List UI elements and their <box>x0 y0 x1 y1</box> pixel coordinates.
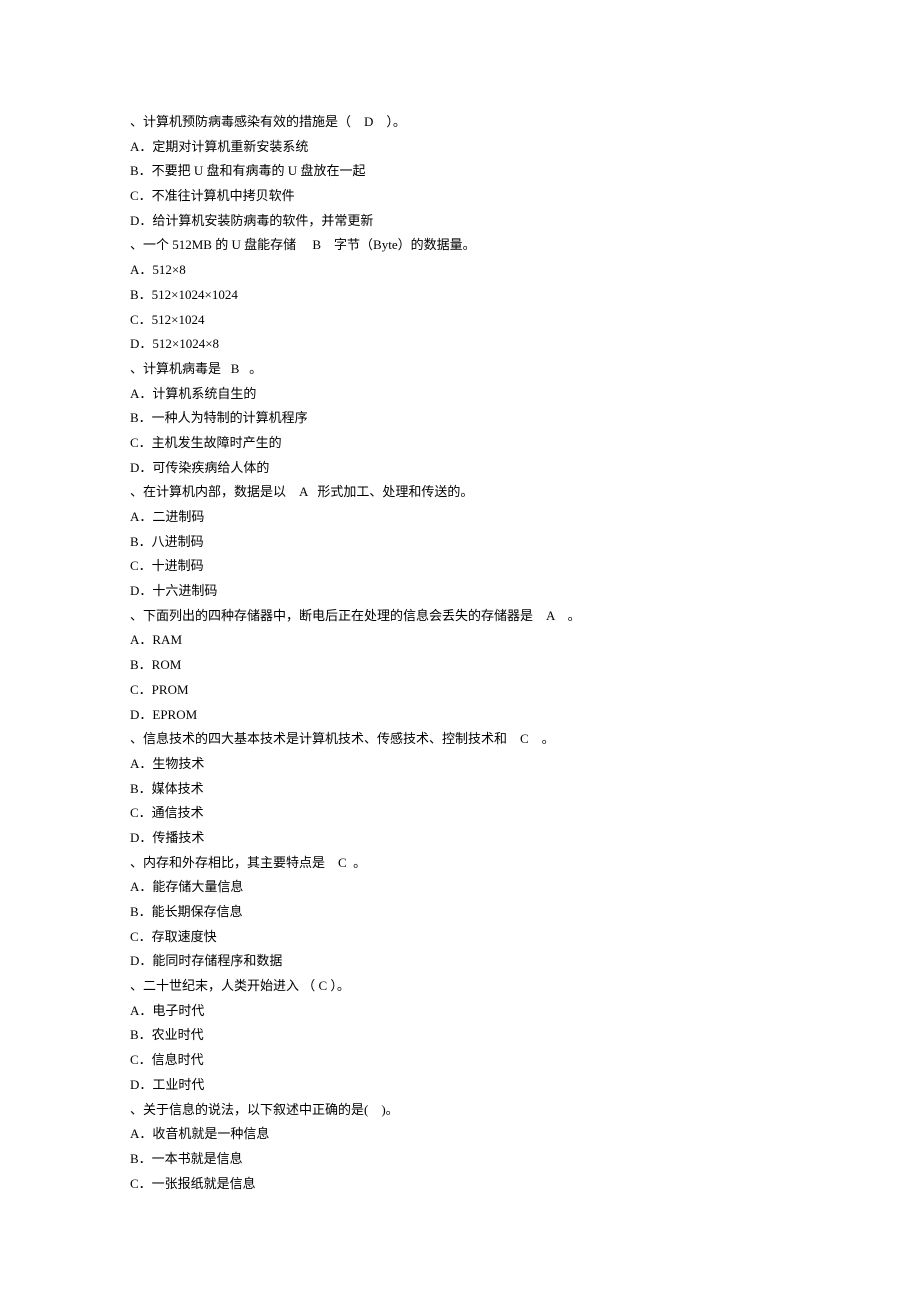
question-option: A．生物技术 <box>130 752 790 777</box>
question-option: A．计算机系统自生的 <box>130 382 790 407</box>
question-stem: 、关于信息的说法，以下叙述中正确的是( )。 <box>130 1098 790 1123</box>
question-stem: 、一个 512MB 的 U 盘能存储 B 字节（Byte）的数据量。 <box>130 233 790 258</box>
question-option: D．传播技术 <box>130 826 790 851</box>
question-option: B．一本书就是信息 <box>130 1147 790 1172</box>
question-stem: 、下面列出的四种存储器中，断电后正在处理的信息会丢失的存储器是 A 。 <box>130 604 790 629</box>
question-option: A．能存储大量信息 <box>130 875 790 900</box>
question-option: B．不要把 U 盘和有病毒的 U 盘放在一起 <box>130 159 790 184</box>
question-option: C．十进制码 <box>130 554 790 579</box>
question-option: C．主机发生故障时产生的 <box>130 431 790 456</box>
question-stem: 、信息技术的四大基本技术是计算机技术、传感技术、控制技术和 C 。 <box>130 727 790 752</box>
question-option: D．可传染疾病给人体的 <box>130 456 790 481</box>
question-option: C．通信技术 <box>130 801 790 826</box>
document-page: 、计算机预防病毒感染有效的措施是（ D ）。 A．定期对计算机重新安装系统 B．… <box>0 0 920 1302</box>
question-option: C．信息时代 <box>130 1048 790 1073</box>
question-option: B．能长期保存信息 <box>130 900 790 925</box>
question-option: A．二进制码 <box>130 505 790 530</box>
question-option: B．农业时代 <box>130 1023 790 1048</box>
question-option: C．一张报纸就是信息 <box>130 1172 790 1197</box>
question-option: B．八进制码 <box>130 530 790 555</box>
question-option: D．EPROM <box>130 703 790 728</box>
question-option: A．定期对计算机重新安装系统 <box>130 135 790 160</box>
question-option: C．512×1024 <box>130 308 790 333</box>
question-option: A．RAM <box>130 628 790 653</box>
question-stem: 、二十世纪末，人类开始进入 （ C ）。 <box>130 974 790 999</box>
question-option: B．一种人为特制的计算机程序 <box>130 406 790 431</box>
question-option: A．收音机就是一种信息 <box>130 1122 790 1147</box>
question-option: D．512×1024×8 <box>130 332 790 357</box>
question-stem: 、计算机病毒是 B 。 <box>130 357 790 382</box>
question-stem: 、内存和外存相比，其主要特点是 C 。 <box>130 851 790 876</box>
question-option: B．媒体技术 <box>130 777 790 802</box>
question-option: D．给计算机安装防病毒的软件，并常更新 <box>130 209 790 234</box>
question-option: B．ROM <box>130 653 790 678</box>
question-option: A．电子时代 <box>130 999 790 1024</box>
question-option: C．不准往计算机中拷贝软件 <box>130 184 790 209</box>
question-option: B．512×1024×1024 <box>130 283 790 308</box>
question-stem: 、在计算机内部，数据是以 A 形式加工、处理和传送的。 <box>130 480 790 505</box>
question-stem: 、计算机预防病毒感染有效的措施是（ D ）。 <box>130 110 790 135</box>
question-option: D．十六进制码 <box>130 579 790 604</box>
question-option: C．存取速度快 <box>130 925 790 950</box>
question-option: D．能同时存储程序和数据 <box>130 949 790 974</box>
question-option: C．PROM <box>130 678 790 703</box>
question-option: D．工业时代 <box>130 1073 790 1098</box>
question-option: A．512×8 <box>130 258 790 283</box>
